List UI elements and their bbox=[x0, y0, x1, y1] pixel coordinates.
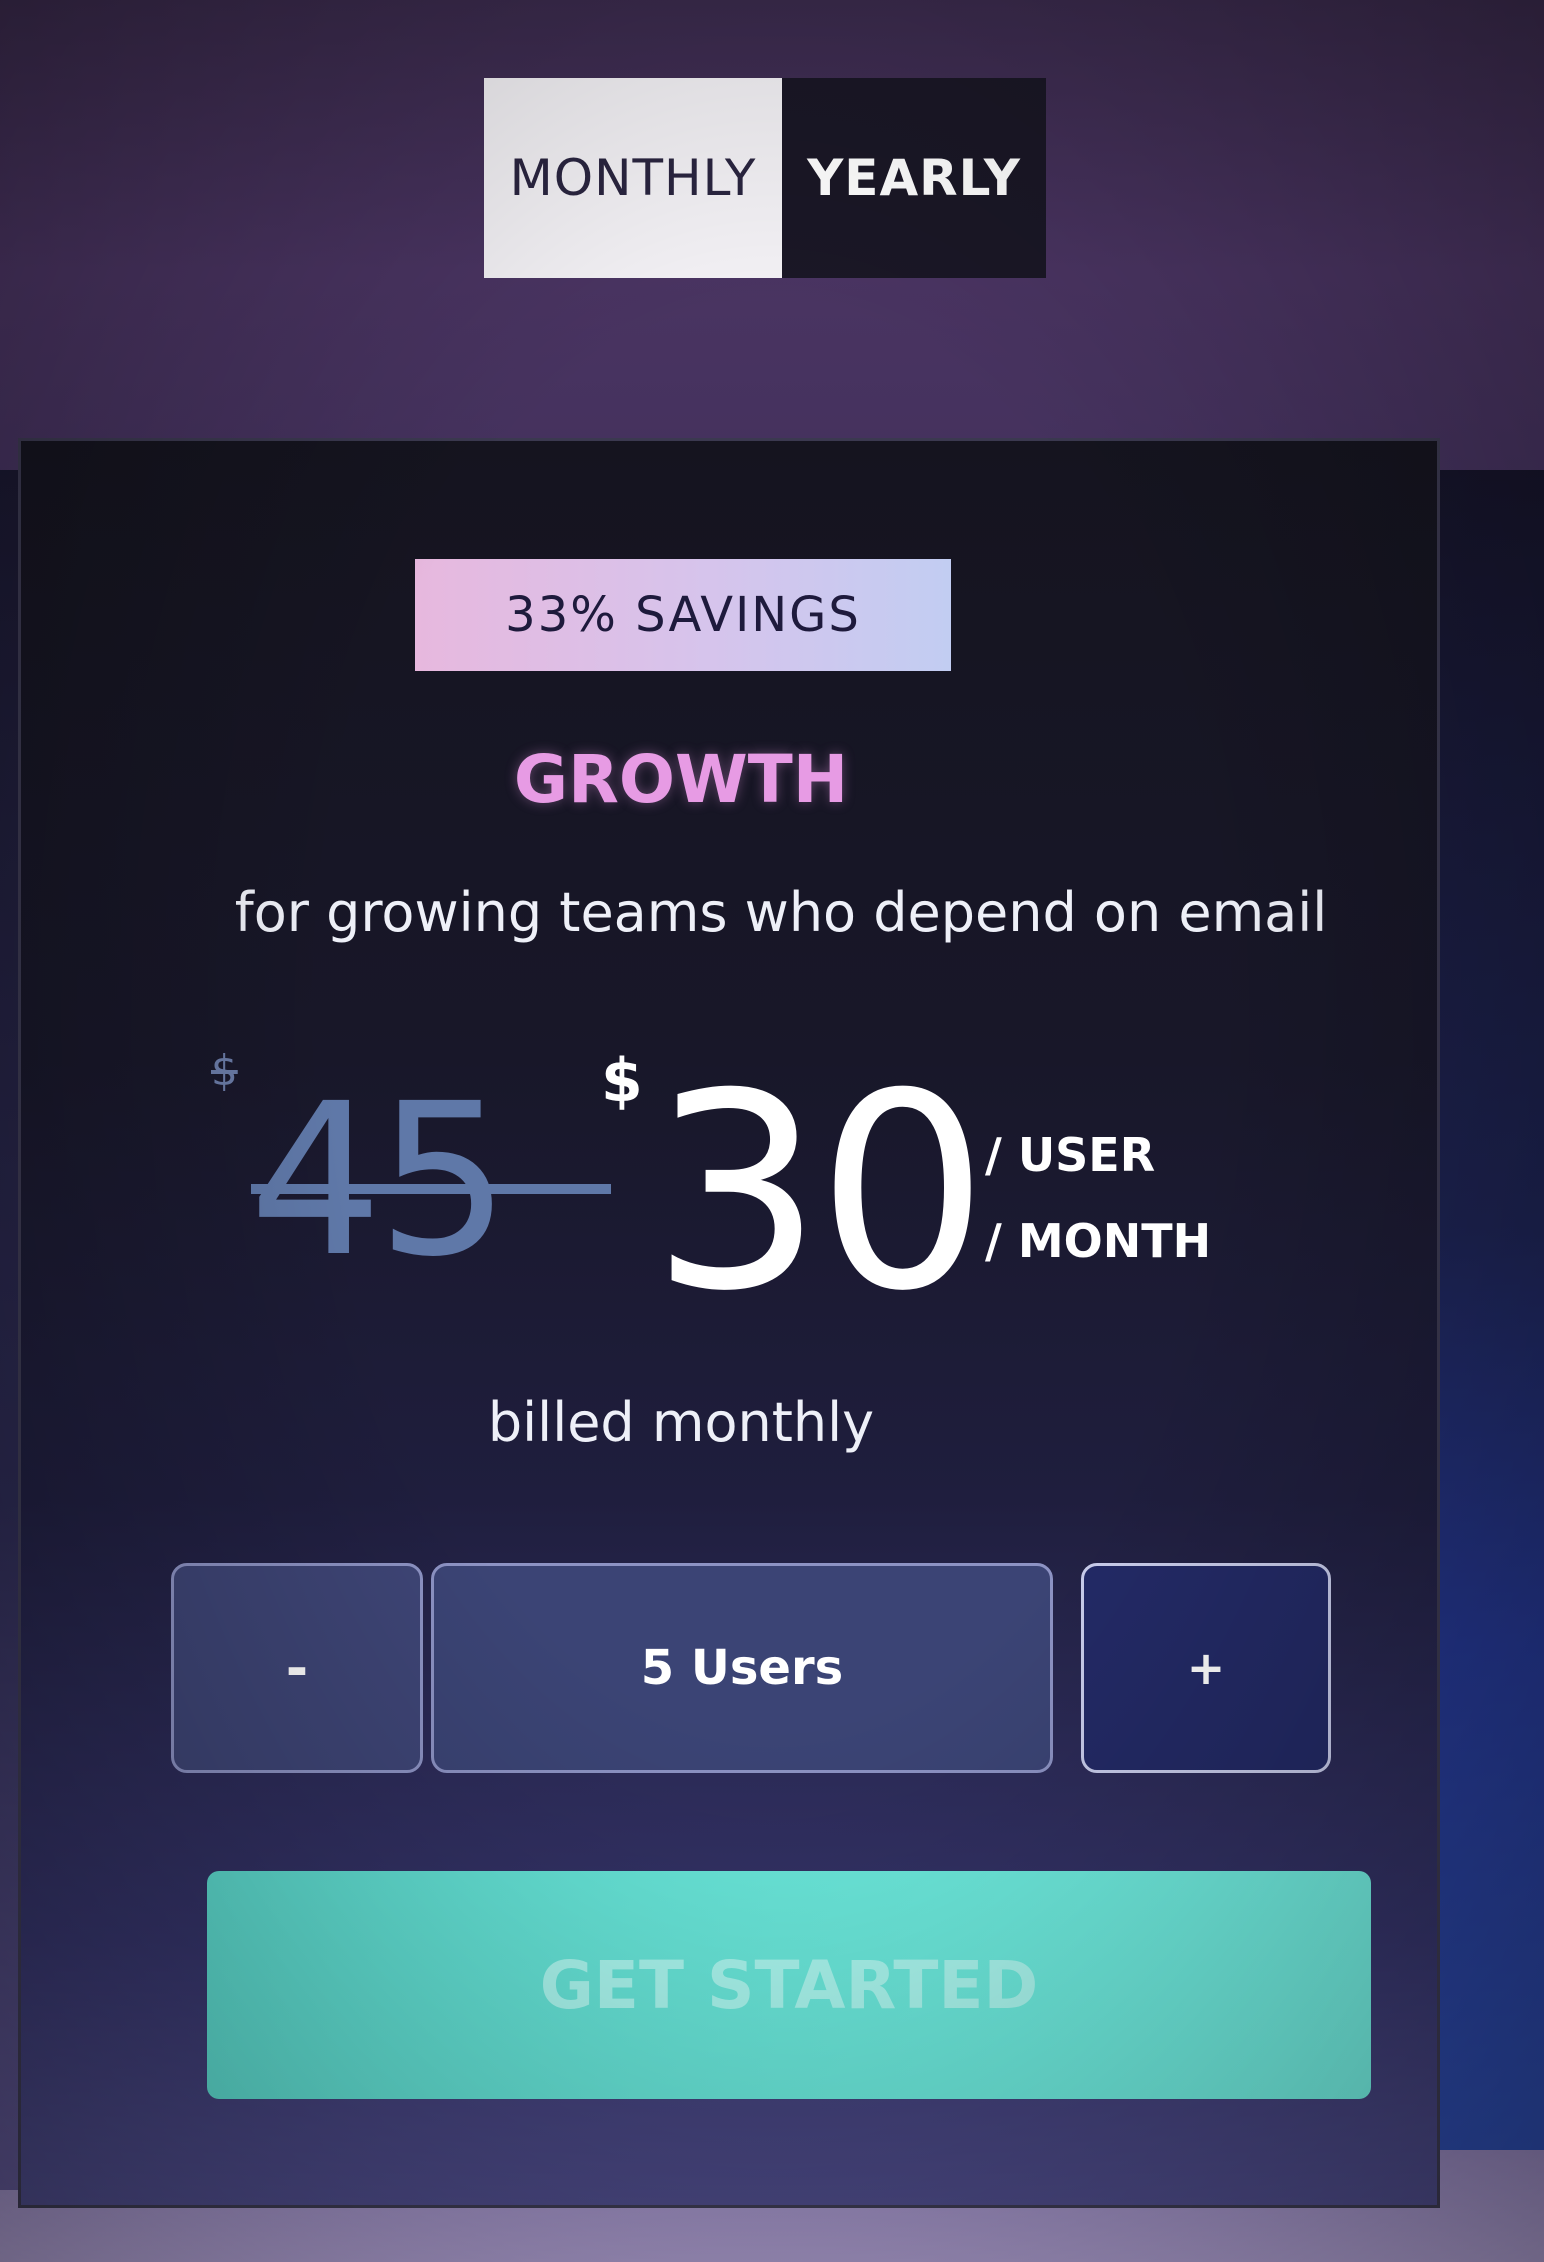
old-price-strikethrough bbox=[251, 1184, 611, 1194]
plan-description: for growing teams who depend on email bbox=[234, 881, 1328, 944]
adjacent-card-left bbox=[0, 470, 20, 2190]
price-currency: $ bbox=[601, 1046, 643, 1116]
old-price-currency: $ bbox=[211, 1046, 238, 1095]
toggle-monthly[interactable]: MONTHLY bbox=[484, 78, 782, 278]
toggle-yearly[interactable]: YEARLY bbox=[782, 78, 1046, 278]
price-unit-user: / USER bbox=[985, 1128, 1156, 1182]
price-unit-month: / MONTH bbox=[985, 1214, 1212, 1268]
old-price: 45 bbox=[249, 1058, 510, 1303]
user-count-stepper: - 5 Users + bbox=[171, 1563, 1331, 1773]
plan-name: GROWTH bbox=[513, 741, 849, 818]
get-started-button[interactable]: GET STARTED bbox=[207, 1871, 1371, 2099]
billing-note: billed monthly bbox=[487, 1391, 875, 1454]
price-row: $ 45 $ 30 / USER / MONTH bbox=[21, 1016, 1443, 1376]
adjacent-card-right bbox=[1426, 470, 1544, 2150]
increment-users-button[interactable]: + bbox=[1081, 1563, 1331, 1773]
billing-period-toggle: MONTHLY YEARLY bbox=[484, 78, 1046, 278]
pricing-card-growth: 33% SAVINGS GROWTH for growing teams who… bbox=[18, 438, 1440, 2208]
decrement-users-button[interactable]: - bbox=[171, 1563, 423, 1773]
current-price: 30 bbox=[651, 1035, 989, 1350]
user-count-value: 5 Users bbox=[431, 1563, 1053, 1773]
savings-badge: 33% SAVINGS bbox=[415, 559, 951, 671]
